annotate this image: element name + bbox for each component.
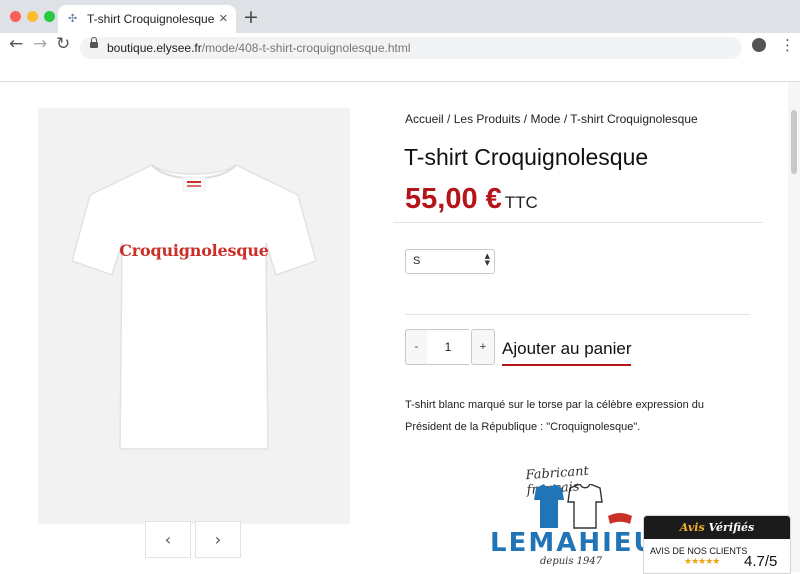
minimize-window-button[interactable]	[27, 11, 38, 22]
rating-stars-icon: ★★★★★	[684, 557, 720, 567]
window-controls	[10, 11, 55, 22]
scrollbar-thumb[interactable]	[791, 110, 797, 174]
add-to-cart-button[interactable]: Ajouter au panier	[502, 339, 632, 366]
price-tax-suffix: TTC	[504, 193, 538, 212]
reviews-label: AVIS DE NOS CLIENTS	[650, 546, 748, 556]
quantity-increment-button[interactable]: +	[471, 329, 495, 365]
breadcrumb-current: T-shirt Croquignolesque	[570, 112, 698, 126]
product-description: T-shirt blanc marqué sur le torse par la…	[405, 399, 704, 433]
product-image[interactable]: Croquignolesque	[38, 108, 350, 524]
quantity-decrement-button[interactable]: -	[405, 329, 428, 365]
rating-score: 4.7/5	[744, 553, 778, 570]
browser-toolbar: ← → ↻ boutique.elysee.fr/mode/408-t-shir…	[0, 33, 800, 82]
browser-menu-icon[interactable]: ⋮	[780, 36, 795, 54]
size-select[interactable]: S ▲ ▼	[405, 249, 495, 274]
verified-reviews-widget[interactable]: Avis Vérifiés AVIS DE NOS CLIENTS ★★★★★ …	[643, 515, 791, 574]
address-bar[interactable]: boutique.elysee.fr/mode/408-t-shirt-croq…	[80, 37, 742, 59]
tab-title: T-shirt Croquignolesque	[87, 12, 215, 26]
size-select-value: S	[413, 255, 421, 267]
profile-avatar-icon[interactable]	[752, 38, 766, 52]
select-caret-icon: ▲ ▼	[484, 252, 490, 267]
price-amount: 55,00 €	[405, 183, 502, 215]
product-title: T-shirt Croquignolesque	[404, 144, 649, 170]
divider	[393, 222, 763, 223]
breadcrumb-products-link[interactable]: Les Produits	[454, 112, 521, 126]
reviews-widget-header: Avis Vérifiés	[644, 516, 790, 539]
quantity-input[interactable]: 1	[427, 329, 469, 365]
breadcrumb-separator: /	[563, 112, 568, 126]
reload-icon[interactable]: ↻	[56, 34, 70, 54]
breadcrumb-home-link[interactable]: Accueil	[405, 112, 444, 126]
product-price: 55,00 € TTC	[405, 183, 538, 216]
page-scrollbar[interactable]	[788, 82, 800, 572]
logo-brand: LEMAHIEU	[490, 528, 657, 558]
close-tab-icon[interactable]: ✕	[219, 12, 228, 25]
garments-illustration	[534, 484, 632, 529]
zoom-window-button[interactable]	[44, 11, 55, 22]
new-tab-button[interactable]: +	[243, 6, 259, 28]
tshirt-illustration	[72, 164, 316, 450]
site-favicon-icon: ✣	[68, 12, 78, 25]
browser-tab[interactable]: ✣ T-shirt Croquignolesque ✕	[58, 5, 236, 33]
url-text: boutique.elysee.fr/mode/408-t-shirt-croq…	[107, 41, 411, 55]
breadcrumb-mode-link[interactable]: Mode	[530, 112, 560, 126]
maker-logo: Fabricant français LEMAHIEU depuis 1947	[486, 456, 655, 572]
image-prev-button[interactable]: ‹	[145, 521, 191, 558]
divider	[405, 314, 750, 315]
browser-tab-bar: ✣ T-shirt Croquignolesque ✕ +	[0, 0, 800, 33]
forward-icon[interactable]: →	[33, 34, 47, 54]
image-next-button[interactable]: ›	[195, 521, 241, 558]
close-window-button[interactable]	[10, 11, 21, 22]
breadcrumb: Accueil / Les Produits / Mode / T-shirt …	[405, 112, 698, 126]
lock-icon	[90, 37, 98, 48]
tshirt-slogan: Croquignolesque	[119, 241, 269, 260]
logo-since: depuis 1947	[540, 556, 603, 567]
back-icon[interactable]: ←	[9, 34, 23, 54]
breadcrumb-separator: /	[523, 112, 528, 126]
breadcrumb-separator: /	[447, 112, 451, 126]
